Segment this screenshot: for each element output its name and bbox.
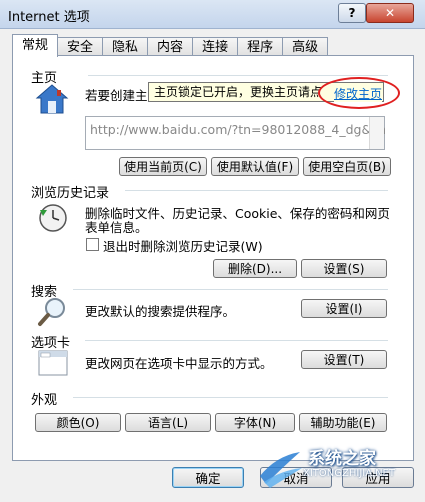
tab-connections[interactable]: 连接 xyxy=(192,37,239,57)
close-button[interactable]: ✕ xyxy=(366,3,414,23)
title-bar: Internet 选项 ? ✕ xyxy=(0,0,425,29)
history-section-label: 浏览历史记录 xyxy=(31,186,110,201)
divider xyxy=(88,75,388,76)
divider xyxy=(73,289,388,290)
tab-security[interactable]: 安全 xyxy=(57,37,104,57)
use-default-button[interactable]: 使用默认值(F) xyxy=(211,157,299,176)
tab-programs[interactable]: 程序 xyxy=(237,37,284,57)
accessibility-button[interactable]: 辅助功能(E) xyxy=(299,413,387,432)
magnifier-icon xyxy=(37,296,69,328)
tooltip-text: 主页锁定已开启，更换主页请点 xyxy=(154,85,323,99)
tab-general[interactable]: 常规 xyxy=(12,34,59,57)
colors-button[interactable]: 颜色(O) xyxy=(35,413,121,432)
history-settings-button[interactable]: 设置(S) xyxy=(301,259,387,278)
red-highlight-circle xyxy=(318,77,400,109)
clock-icon xyxy=(37,202,69,234)
tabs-description: 更改网页在选项卡中显示的方式。 xyxy=(85,356,273,371)
help-icon: ? xyxy=(348,6,356,20)
general-tab-panel: 主页 若要创建主页 http://www.baidu.com/?tn=98012… xyxy=(12,55,414,461)
search-description: 更改默认的搜索提供程序。 xyxy=(85,304,236,319)
window-title: Internet 选项 xyxy=(8,10,90,25)
tab-strip: 常规 安全 隐私 内容 连接 程序 高级 xyxy=(12,34,329,57)
tab-content[interactable]: 内容 xyxy=(147,37,194,57)
close-icon: ✕ xyxy=(384,6,396,20)
tabs-window-icon xyxy=(37,347,69,379)
house-icon xyxy=(35,82,69,116)
delete-on-exit-checkbox[interactable] xyxy=(86,238,99,251)
tab-privacy[interactable]: 隐私 xyxy=(102,37,149,57)
watermark-url: XITONGZHIJIA.NET xyxy=(303,468,395,479)
delete-history-button[interactable]: 删除(D)... xyxy=(213,259,297,278)
divider xyxy=(85,340,388,341)
use-blank-button[interactable]: 使用空白页(B) xyxy=(303,157,391,176)
homepage-url-value: http://www.baidu.com/?tn=98012088_4_dg&c… xyxy=(90,122,387,137)
languages-button[interactable]: 语言(L) xyxy=(125,413,211,432)
appearance-section-label: 外观 xyxy=(31,393,58,408)
homepage-url-input[interactable]: http://www.baidu.com/?tn=98012088_4_dg&c… xyxy=(85,116,387,150)
ok-button[interactable]: 确定 xyxy=(172,467,244,488)
site-watermark: 系统之家 XITONGZHIJIA.NET xyxy=(248,442,424,502)
history-description-line2: 表单信息。 xyxy=(85,220,148,235)
help-button[interactable]: ? xyxy=(338,3,366,23)
tabs-settings-button[interactable]: 设置(T) xyxy=(301,350,387,369)
watermark-text: 系统之家 xyxy=(308,449,376,469)
divider xyxy=(125,190,388,191)
tab-advanced[interactable]: 高级 xyxy=(282,37,329,57)
delete-on-exit-label: 退出时删除浏览历史记录(W) xyxy=(103,239,263,254)
url-scrollbar[interactable] xyxy=(369,117,384,149)
fonts-button[interactable]: 字体(N) xyxy=(215,413,295,432)
watermark-logo-icon xyxy=(260,452,302,488)
use-current-button[interactable]: 使用当前页(C) xyxy=(119,157,207,176)
divider xyxy=(73,397,388,398)
search-settings-button[interactable]: 设置(I) xyxy=(301,299,387,318)
